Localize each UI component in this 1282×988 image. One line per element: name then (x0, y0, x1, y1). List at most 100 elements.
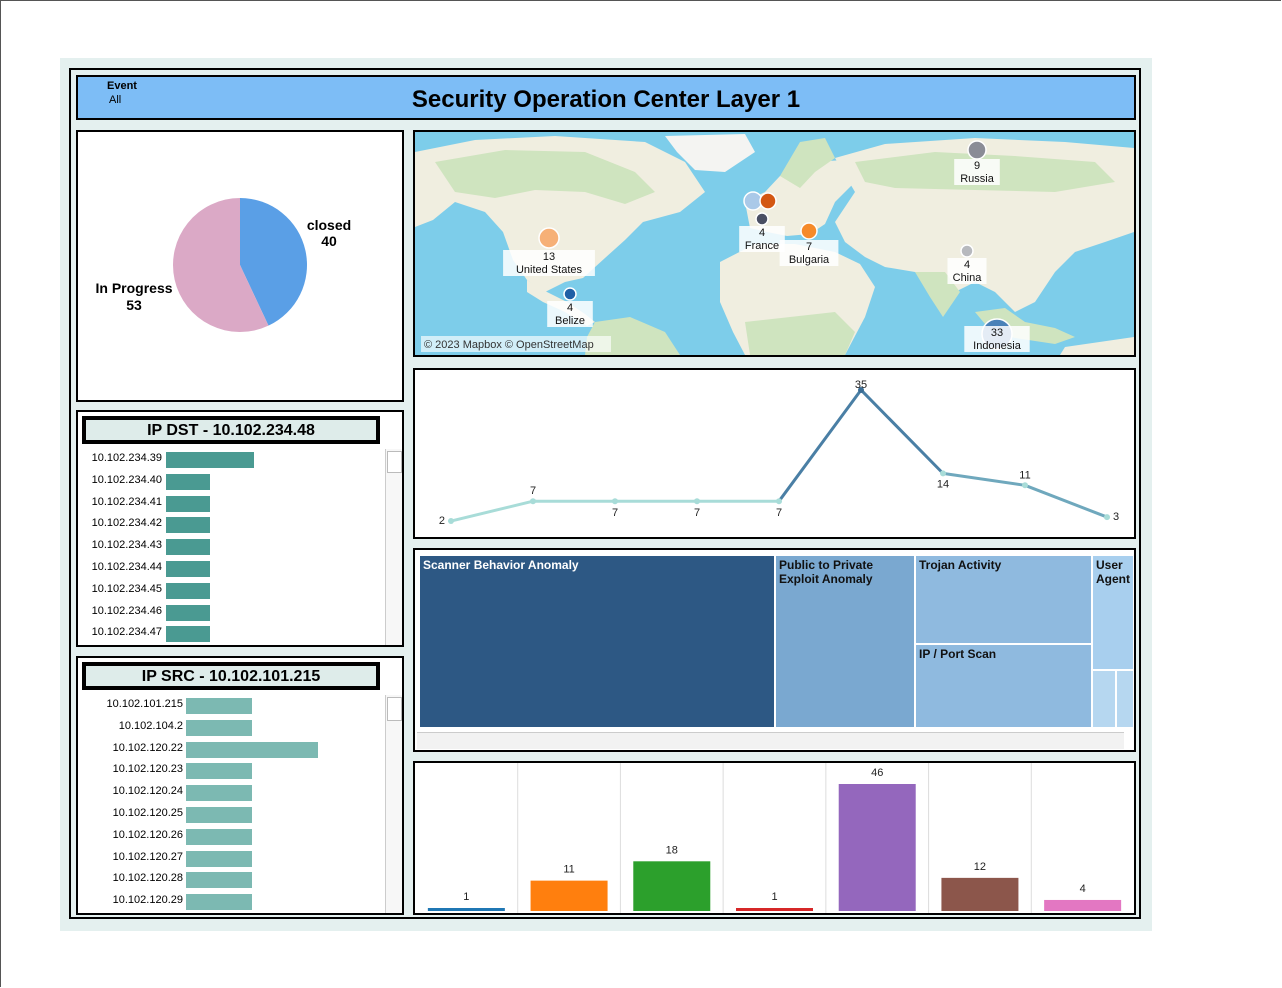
ip-src-ip-label: 10.102.120.26 (112, 828, 183, 841)
line-point[interactable] (694, 498, 700, 505)
ip-dst-bar[interactable] (166, 561, 210, 577)
ip-src-row[interactable]: 10.102.104.2 (78, 717, 385, 739)
treemap-cell-user-agent[interactable]: User Agent (1092, 555, 1134, 670)
ip-dst-scrollbar[interactable] (385, 449, 402, 645)
ip-src-bar[interactable] (186, 741, 318, 758)
ip-dst-bar[interactable] (166, 452, 254, 468)
ip-src-scrollbar[interactable] (385, 695, 402, 913)
status-pie-chart: closed 40 In Progress 53 (95, 198, 351, 332)
treemap-cell-public-to-private-exploit-anomaly[interactable]: Public to Private Exploit Anomaly (775, 555, 915, 728)
ip-dst-row[interactable]: 10.102.234.44 (78, 558, 385, 580)
ip-dst-list: 10.102.234.39 10.102.234.40 10.102.234.41 1… (78, 449, 385, 645)
ip-src-bar[interactable] (186, 872, 252, 889)
map-marker-value-france: 4 (759, 227, 765, 239)
ip-dst-bar[interactable] (166, 517, 210, 534)
treemap-cell-small[interactable] (1092, 670, 1116, 728)
ip-dst-bar[interactable] (166, 582, 210, 599)
ip-src-bar[interactable] (186, 785, 252, 802)
bar[interactable] (427, 908, 505, 911)
map-marker-france[interactable] (755, 212, 769, 226)
line-point[interactable] (448, 518, 454, 525)
ip-src-bar[interactable] (186, 828, 252, 845)
ip-dst-title: IP DST - 10.102.234.48 (82, 416, 380, 444)
ip-src-row[interactable]: 10.102.120.23 (78, 760, 385, 782)
bar[interactable] (941, 877, 1019, 911)
treemap-cell-scanner-behavior-anomaly[interactable]: Scanner Behavior Anomaly (419, 555, 775, 728)
ip-src-row[interactable]: 10.102.120.28 (78, 869, 385, 891)
signature-treemap: Scanner Behavior Anomaly Public to Privat… (419, 555, 1134, 728)
ip-dst-bar[interactable] (166, 495, 210, 512)
ip-dst-ip-label: 10.102.234.41 (91, 495, 162, 508)
map-marker-unlabeled-8[interactable] (759, 192, 777, 210)
map-marker-bulgaria[interactable] (800, 222, 818, 240)
ip-dst-scroll-thumb[interactable] (387, 451, 402, 473)
ip-dst-row[interactable]: 10.102.234.46 (78, 602, 385, 624)
line-point[interactable] (776, 498, 782, 505)
ip-src-bar[interactable] (186, 719, 252, 736)
pie-label-inprogress-value: 53 (126, 297, 142, 313)
ip-src-bar[interactable] (186, 698, 252, 714)
ip-dst-row[interactable]: 10.102.234.41 (78, 493, 385, 515)
map-attribution[interactable]: © 2023 Mapbox © OpenStreetMap (424, 339, 594, 351)
pie-slices (172, 198, 307, 332)
ip-src-row[interactable]: 10.102.120.26 (78, 826, 385, 848)
bar[interactable] (530, 880, 608, 911)
ip-src-title: IP SRC - 10.102.101.215 (82, 662, 380, 690)
ip-dst-bar[interactable] (166, 473, 210, 490)
ip-src-row[interactable]: 10.102.101.215 (78, 695, 385, 717)
map-marker-russia[interactable] (967, 140, 987, 160)
ip-dst-bar[interactable] (166, 626, 210, 643)
map-marker-value-russia: 9 (974, 160, 980, 172)
ip-src-bar[interactable] (186, 894, 252, 911)
ip-dst-row[interactable]: 10.102.234.42 (78, 514, 385, 536)
map-marker-value-china: 4 (964, 259, 970, 271)
ip-dst-row[interactable]: 10.102.234.47 (78, 623, 385, 645)
ip-dst-bar[interactable] (166, 539, 210, 556)
line-point[interactable] (940, 470, 946, 477)
ip-src-scroll-thumb[interactable] (387, 697, 402, 721)
world-map[interactable]: 13United States4Belize4France 7Bulgaria9R… (415, 132, 1134, 355)
map-marker-label-france: France (745, 240, 779, 252)
ip-dst-row[interactable]: 10.102.234.39 (78, 449, 385, 471)
map-marker-value-indonesia: 33 (991, 327, 1003, 339)
ip-src-row[interactable]: 10.102.120.22 (78, 739, 385, 761)
world-map-panel: 13 United States 4 Belize 4 France 7 Bulgaria 9 R… (413, 130, 1136, 357)
ip-dst-bar[interactable] (166, 604, 210, 621)
ip-src-list: 10.102.101.215 10.102.104.2 10.102.120.22 1… (78, 695, 385, 913)
ip-src-row[interactable]: 10.102.120.24 (78, 782, 385, 804)
ip-src-bar[interactable] (186, 807, 252, 823)
ip-dst-row[interactable]: 10.102.234.45 (78, 580, 385, 602)
line-point[interactable] (530, 498, 536, 505)
bar[interactable] (838, 784, 916, 911)
line-point[interactable] (612, 498, 618, 505)
line-point[interactable] (1104, 514, 1110, 521)
bar[interactable] (1044, 899, 1122, 911)
ip-dst-row[interactable]: 10.102.234.40 (78, 471, 385, 493)
ip-src-row[interactable]: 10.102.120.25 (78, 804, 385, 826)
line-point[interactable] (1022, 482, 1028, 489)
treemap-cell-small[interactable] (1116, 670, 1134, 728)
treemap-cell-ip-port-scan[interactable]: IP / Port Scan (915, 644, 1092, 728)
treemap-cell-trojan-activity[interactable]: Trojan Activity (915, 555, 1092, 644)
line-segment (859, 388, 945, 475)
ip-src-row[interactable]: 10.102.120.27 (78, 848, 385, 870)
treemap-h-scrollbar[interactable] (417, 732, 1124, 749)
line-point-label: 11 (1019, 469, 1030, 481)
map-marker-label-indonesia: Indonesia (973, 340, 1022, 352)
map-marker-belize[interactable] (563, 287, 577, 301)
line-series: 2 7 7 7 7 35 14 11 3 (439, 379, 1119, 527)
ip-dst-row[interactable]: 10.102.234.43 (78, 536, 385, 558)
map-marker-china[interactable] (960, 244, 974, 258)
category-bar-chart: 11118146124 (427, 763, 1122, 913)
ip-src-ip-label: 10.102.120.28 (112, 872, 183, 885)
ip-dst-ip-label: 10.102.234.44 (91, 561, 162, 573)
ip-src-bar[interactable] (186, 763, 252, 780)
ip-src-row[interactable]: 10.102.120.29 (78, 891, 385, 913)
bar-value-label: 11 (563, 864, 574, 876)
treemap-cell-label: Scanner Behavior Anomaly (423, 558, 579, 572)
bar[interactable] (736, 908, 813, 911)
map-marker-label-russia: Russia (960, 173, 995, 185)
bar[interactable] (633, 861, 711, 911)
ip-src-bar[interactable] (186, 850, 252, 867)
map-marker-united-states[interactable] (538, 227, 560, 249)
